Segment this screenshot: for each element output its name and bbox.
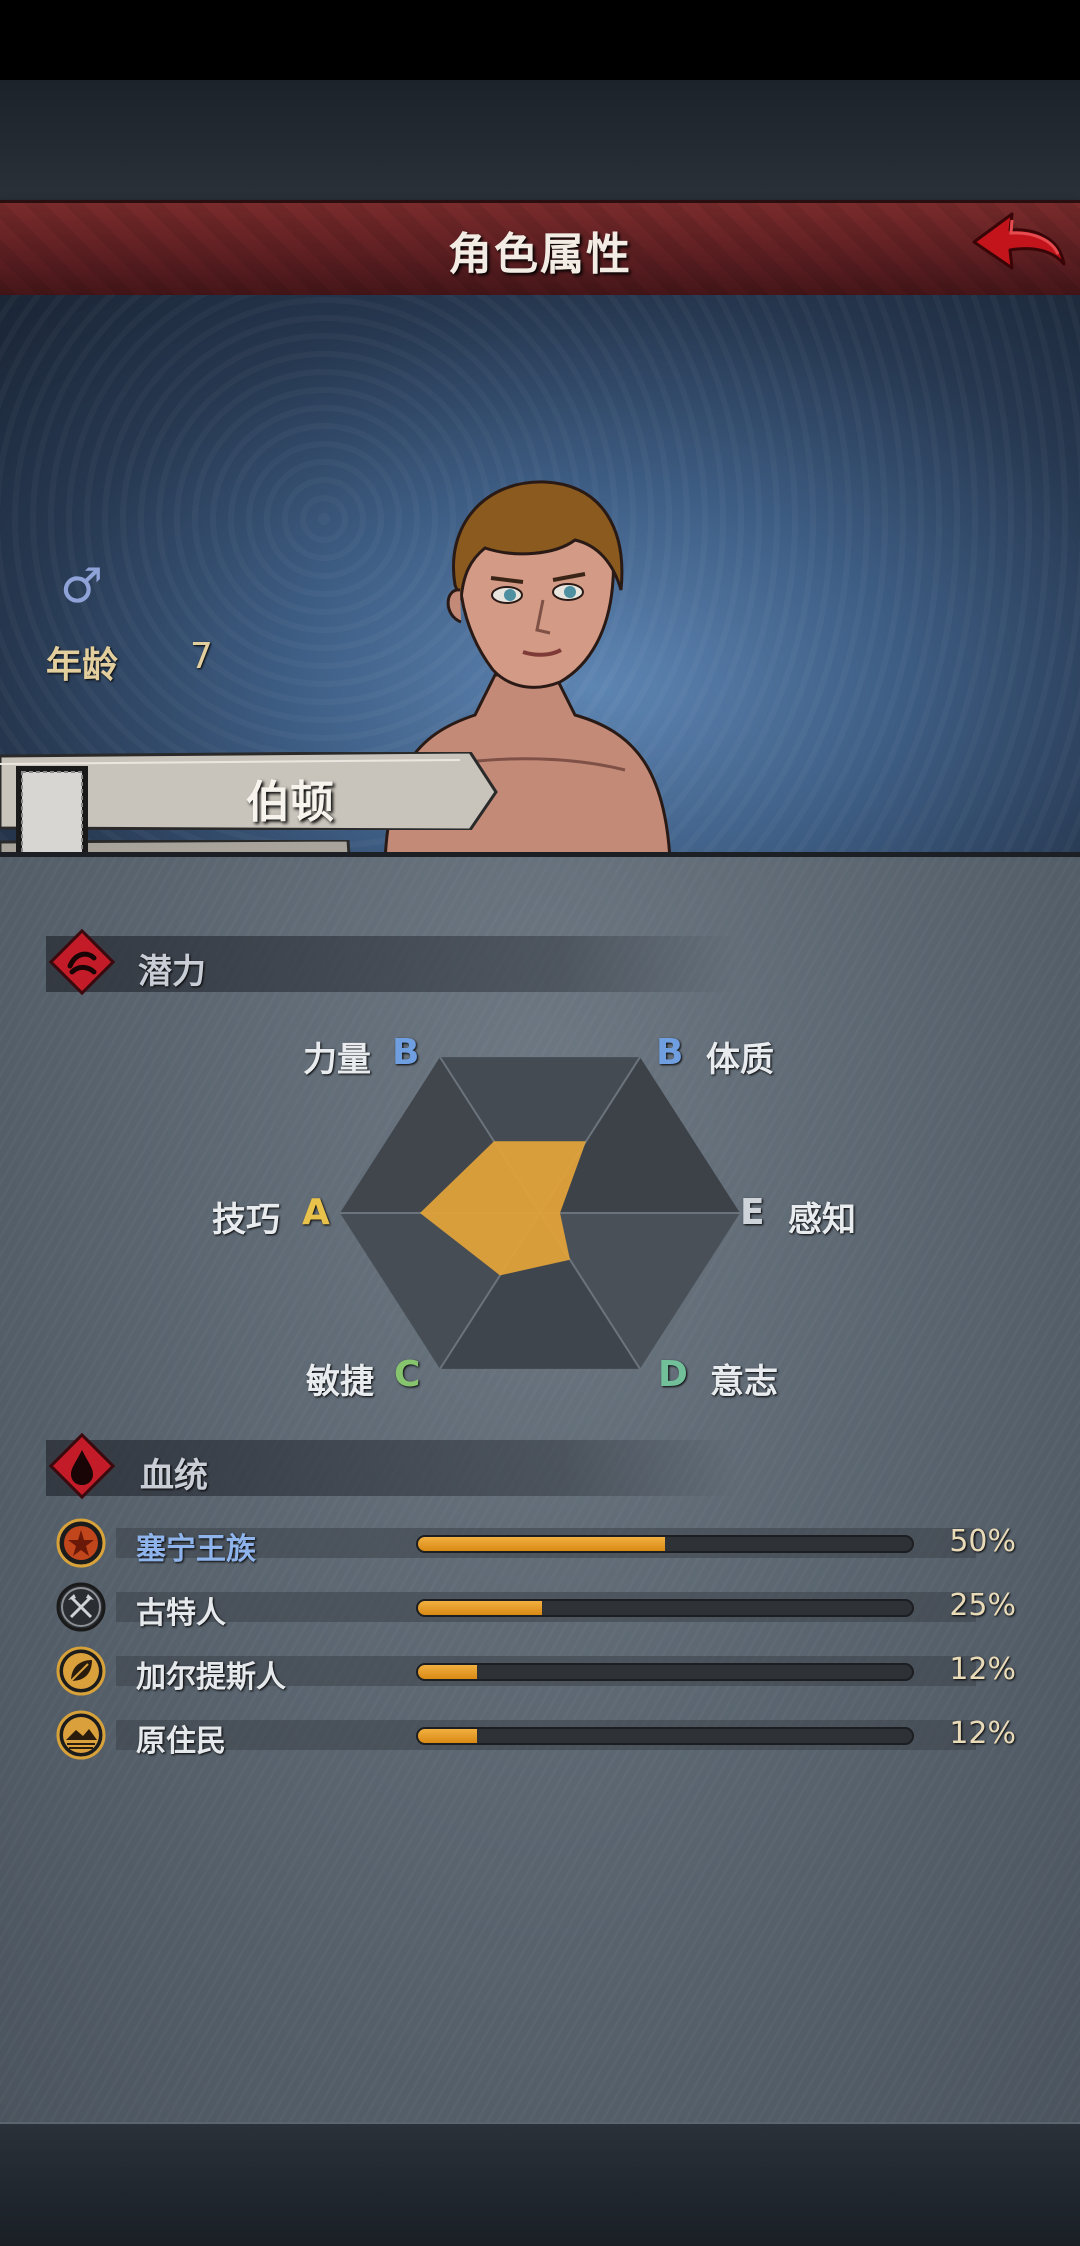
age-value: 7 — [190, 636, 213, 677]
page-title: 角色属性 — [448, 229, 632, 280]
stat-constitution-grade: B — [656, 1032, 684, 1073]
stat-constitution-label: 体质 — [706, 1040, 774, 1080]
lineage-progress-fill — [418, 1601, 542, 1615]
lineage-progress-bar — [416, 1663, 914, 1681]
stat-skill-label: 技巧 — [212, 1200, 280, 1240]
lineage-name: 古特人 — [136, 1596, 226, 1631]
lineage-name: 塞宁王族 — [136, 1532, 256, 1567]
stat-will-label: 意志 — [710, 1362, 778, 1402]
crossed-axes-icon — [56, 1582, 106, 1632]
top-strip — [0, 80, 1080, 202]
lineage-percent: 12% — [949, 1652, 1016, 1687]
lineage-row[interactable]: 原住民 12% — [56, 1710, 1016, 1762]
leaf-icon — [56, 1646, 106, 1696]
bottom-strip — [0, 2122, 1080, 2246]
stat-strength-label: 力量 — [303, 1040, 371, 1080]
lineage-progress-bar — [416, 1727, 914, 1745]
back-arrow-button[interactable] — [968, 206, 1068, 286]
lineage-row[interactable]: 加尔提斯人 12% — [56, 1646, 1016, 1698]
stat-perception-grade: E — [740, 1192, 765, 1233]
potential-radar-chart — [340, 1056, 740, 1370]
potential-title: 潜力 — [138, 952, 206, 992]
lineage-progress-bar — [416, 1535, 914, 1553]
character-name: 伯顿 — [246, 777, 334, 828]
mountain-sun-icon — [56, 1710, 106, 1760]
royal-crest-icon — [56, 1518, 106, 1568]
lineage-title: 血统 — [140, 1456, 208, 1496]
stat-perception-label: 感知 — [788, 1200, 856, 1240]
lineage-progress-fill — [418, 1665, 478, 1679]
lineage-percent: 25% — [949, 1588, 1016, 1623]
lineage-percent: 12% — [949, 1716, 1016, 1751]
stat-strength-grade: B — [392, 1032, 420, 1073]
lineage-row[interactable]: 古特人 25% — [56, 1582, 1016, 1634]
stat-will-grade: D — [658, 1354, 688, 1395]
potential-icon — [48, 928, 116, 996]
lineage-percent: 50% — [949, 1524, 1016, 1559]
lineage-progress-bar — [416, 1599, 914, 1617]
blood-drop-icon — [48, 1432, 116, 1500]
stat-agility-label: 敏捷 — [306, 1362, 374, 1402]
stat-agility-grade: C — [394, 1354, 421, 1395]
lineage-progress-fill — [418, 1537, 665, 1551]
lineage-progress-fill — [418, 1729, 478, 1743]
age-label: 年龄 — [46, 645, 119, 686]
male-symbol-icon: ♂ — [60, 558, 104, 614]
lineage-row[interactable]: 塞宁王族 50% — [56, 1518, 1016, 1570]
lineage-name: 加尔提斯人 — [136, 1660, 286, 1695]
stat-skill-grade: A — [302, 1192, 330, 1233]
lineage-name: 原住民 — [136, 1724, 226, 1759]
status-bar — [0, 0, 1080, 80]
